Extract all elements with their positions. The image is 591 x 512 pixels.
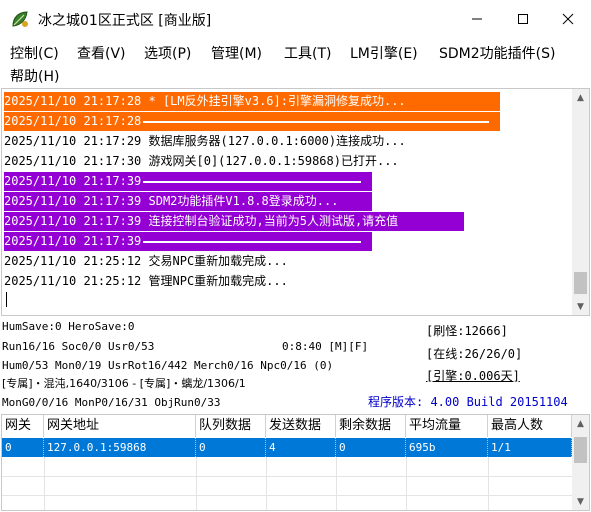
log-panel[interactable]: 2025/11/10 21:17:28 * [LM反外挂引擎v3.6]:引擎漏洞…	[1, 88, 590, 316]
log-line: 2025/11/10 21:17:39	[4, 232, 372, 251]
online-counter: [在线:26/26/0]	[426, 347, 523, 361]
column-remaining-data[interactable]: 剩余数据	[336, 415, 406, 437]
grid-column	[488, 457, 489, 510]
separator-rule	[143, 240, 362, 243]
maximize-button[interactable]	[500, 0, 546, 38]
window-title: 冰之城01区正式区 [商业版]	[38, 13, 212, 29]
grid-column	[44, 457, 45, 510]
cell-max-users: 1/1	[488, 438, 572, 457]
table-scroll-thumb[interactable]	[574, 437, 587, 463]
minimize-button[interactable]	[454, 0, 500, 38]
table-scrollbar[interactable]: ▲ ▼	[572, 415, 589, 510]
log-line: 2025/11/10 21:17:39 SDM2功能插件V1.8.8登录成功..…	[4, 192, 372, 211]
scroll-down-icon[interactable]: ▼	[572, 298, 589, 315]
column-max-users[interactable]: 最高人数	[488, 415, 572, 437]
menu-tools[interactable]: 工具(T)	[284, 43, 331, 63]
title-bar: 冰之城01区正式区 [商业版]	[0, 0, 591, 38]
engine-days: [引擎:0.006天]	[426, 369, 520, 383]
status-panel: HumSave:0 HeroSave:0 Run16/16 Soc0/0 Usr…	[0, 318, 591, 413]
menu-bar: 控制(C) 查看(V) 选项(P) 管理(M) 工具(T) LM引擎(E) SD…	[0, 38, 591, 86]
menu-sdm2-plugin[interactable]: SDM2功能插件(S)	[439, 43, 555, 63]
log-scrollbar[interactable]: ▲ ▼	[572, 89, 589, 315]
status-save: HumSave:0 HeroSave:0	[2, 320, 135, 333]
log-line: 2025/11/10 21:25:12 管理NPC重新加载完成...	[4, 274, 288, 288]
cell-avg-traffic: 695b	[406, 438, 488, 457]
log-line: 2025/11/10 21:25:12 交易NPC重新加载完成...	[4, 254, 288, 268]
cell-remaining-data: 0	[336, 438, 406, 457]
table-row[interactable]: 0 127.0.0.1:59868 0 4 0 695b 1/1	[2, 438, 572, 457]
log-line: 2025/11/10 21:17:39	[4, 172, 372, 191]
menu-view[interactable]: 查看(V)	[77, 43, 126, 63]
text-cursor	[6, 292, 7, 307]
grid-column	[266, 457, 267, 510]
refresh-counter: [刷怪:12666]	[426, 324, 508, 338]
log-line: 2025/11/10 21:17:39 连接控制台验证成功,当前为5人测试版,请…	[4, 212, 464, 231]
minimize-icon	[472, 18, 482, 20]
menu-options[interactable]: 选项(P)	[144, 43, 191, 63]
grid-column	[336, 457, 337, 510]
gateway-table[interactable]: 网关 网关地址 队列数据 发送数据 剩余数据 平均流量 最高人数 0 127.0…	[1, 414, 590, 511]
cell-queue-data: 0	[196, 438, 266, 457]
column-avg-traffic[interactable]: 平均流量	[406, 415, 488, 437]
log-line: 2025/11/10 21:17:28 * [LM反外挂引擎v3.6]:引擎漏洞…	[4, 92, 500, 111]
scroll-up-icon[interactable]: ▲	[572, 415, 589, 432]
column-queue-data[interactable]: 队列数据	[196, 415, 266, 437]
cell-gateway-address: 127.0.0.1:59868	[44, 438, 196, 457]
status-exclusive: [专属]・混沌,1640/3106 - [专属]・螭龙/1306/1	[2, 377, 246, 390]
log-scroll-thumb[interactable]	[574, 272, 587, 294]
log-line: 2025/11/10 21:17:30 游戏网关[0](127.0.0.1:59…	[4, 154, 399, 168]
cell-gateway: 0	[2, 438, 44, 457]
scroll-down-icon[interactable]: ▼	[572, 493, 589, 510]
separator-rule	[143, 120, 490, 123]
leaf-app-icon[interactable]	[10, 9, 30, 29]
maximize-icon	[518, 14, 528, 24]
close-icon	[562, 13, 574, 25]
close-button[interactable]	[545, 0, 591, 38]
grid-column	[406, 457, 407, 510]
grid-column	[196, 457, 197, 510]
menu-lm-engine[interactable]: LM引擎(E)	[350, 43, 418, 63]
program-version: 程序版本: 4.00 Build 20151104	[368, 395, 568, 409]
menu-control[interactable]: 控制(C)	[10, 43, 59, 63]
cell-send-data: 4	[266, 438, 336, 457]
status-counts: Hum0/53 Mon0/19 UsrRot16/442 Merch0/16 N…	[2, 359, 334, 372]
separator-rule	[143, 180, 362, 183]
status-time: 0:8:40 [M][F]	[282, 340, 369, 353]
column-gateway[interactable]: 网关	[2, 415, 44, 437]
scroll-up-icon[interactable]: ▲	[572, 89, 589, 106]
column-gateway-address[interactable]: 网关地址	[44, 415, 196, 437]
grid-line	[2, 495, 572, 496]
menu-help[interactable]: 帮助(H)	[10, 66, 59, 86]
status-monsters: MonG0/0/16 MonP0/16/31 ObjRun0/33	[2, 396, 221, 409]
log-line: 2025/11/10 21:17:28	[4, 112, 500, 131]
grid-line	[2, 476, 572, 477]
menu-manage[interactable]: 管理(M)	[211, 43, 262, 63]
status-run: Run16/16 Soc0/0 Usr0/53	[2, 340, 155, 353]
column-send-data[interactable]: 发送数据	[266, 415, 336, 437]
table-header: 网关 网关地址 队列数据 发送数据 剩余数据 平均流量 最高人数	[2, 415, 572, 437]
log-line: 2025/11/10 21:17:29 数据库服务器(127.0.0.1:600…	[4, 134, 406, 148]
